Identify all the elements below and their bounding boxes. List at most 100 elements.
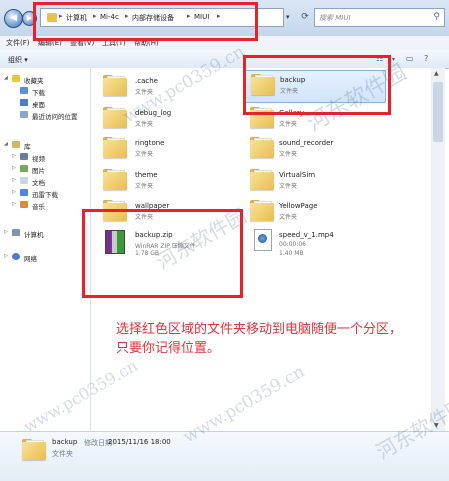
folder-icon bbox=[250, 169, 274, 190]
address-dropdown-icon[interactable]: ▾ bbox=[286, 8, 296, 27]
file-name: VirtualSim bbox=[279, 171, 316, 179]
menu-view[interactable]: 查看(V) bbox=[70, 38, 94, 48]
breadcrumb-separator-icon: ▸ bbox=[217, 12, 221, 20]
file-name: theme bbox=[135, 171, 158, 179]
nav-favorites-label: 收藏夹 bbox=[24, 77, 44, 85]
nav-recent[interactable]: 最近访问的位置 bbox=[0, 110, 90, 121]
nav-music[interactable]: ▷ 音乐 bbox=[0, 200, 90, 211]
folder-icon bbox=[250, 137, 274, 158]
thunder-icon bbox=[20, 189, 28, 196]
video-file-icon bbox=[254, 229, 272, 251]
breadcrumb-separator-icon: ▸ bbox=[93, 12, 97, 20]
refresh-icon[interactable]: ⟳ bbox=[298, 8, 312, 27]
instruction-line-2: 只要你记得位置。 bbox=[116, 341, 221, 356]
collapse-icon: ▷ bbox=[12, 165, 16, 171]
file-item-speed-mp4[interactable]: speed_v_1.mp4 00:00:06 1.40 MB bbox=[250, 226, 400, 258]
menu-file[interactable]: 文件(F) bbox=[6, 38, 30, 48]
nav-thunder-label: 迅雷下载 bbox=[32, 191, 58, 199]
video-icon bbox=[20, 153, 28, 160]
navigation-pane: ◢ 收藏夹 下载 桌面 最近访问的位置 ◢ 库 ▷ 视频 ▷ 图片 ▷ 文档 ▷… bbox=[0, 68, 91, 431]
file-item-yellowpage[interactable]: YellowPage 文件夹 bbox=[250, 197, 400, 229]
nav-pictures[interactable]: ▷ 图片 bbox=[0, 164, 90, 175]
file-type: 文件夹 bbox=[279, 151, 298, 158]
nav-videos[interactable]: ▷ 视频 bbox=[0, 152, 90, 163]
explorer-window: ◀ ▶ ▸ 计算机 ▸ Mi-4c ▸ 内部存储设备 ▸ MIUI ▸ ▾ ⟳ … bbox=[0, 0, 449, 481]
folder-icon bbox=[250, 107, 274, 128]
back-arrow-icon: ◀ bbox=[10, 13, 17, 23]
nav-desktop-label: 桌面 bbox=[32, 101, 45, 109]
nav-libraries[interactable]: ◢ 库 bbox=[0, 140, 90, 151]
nav-downloads-label: 下载 bbox=[32, 89, 45, 97]
file-name: backup.zip bbox=[135, 231, 173, 239]
library-icon bbox=[12, 141, 20, 148]
recent-places-icon bbox=[20, 111, 28, 118]
file-item-ringtone[interactable]: ringtone 文件夹 bbox=[103, 134, 253, 166]
file-name: YellowPage bbox=[279, 202, 318, 210]
file-name: wallpaper bbox=[135, 202, 170, 210]
file-item-sound-recorder[interactable]: sound_recorder 文件夹 bbox=[250, 134, 400, 166]
forward-arrow-icon: ▶ bbox=[26, 14, 33, 22]
search-icon: ⚲ bbox=[433, 12, 440, 22]
breadcrumb-device[interactable]: Mi-4c bbox=[100, 13, 119, 21]
nav-desktop[interactable]: 桌面 bbox=[0, 98, 90, 109]
organize-label: 组织 bbox=[8, 56, 22, 64]
menu-help[interactable]: 帮助(H) bbox=[134, 38, 159, 48]
nav-favorites[interactable]: ◢ 收藏夹 bbox=[0, 74, 90, 85]
star-icon bbox=[12, 75, 20, 82]
folder-icon bbox=[250, 200, 274, 221]
help-icon[interactable]: ? bbox=[424, 54, 428, 63]
expand-icon: ▷ bbox=[4, 229, 8, 235]
expand-icon: ◢ bbox=[4, 141, 8, 147]
breadcrumb-separator-icon: ▸ bbox=[125, 12, 129, 20]
preview-pane-icon[interactable]: ▭ bbox=[406, 54, 414, 63]
expand-icon: ◢ bbox=[4, 75, 8, 81]
breadcrumb-computer[interactable]: 计算机 bbox=[66, 13, 87, 23]
music-icon bbox=[20, 201, 28, 208]
file-name: .cache bbox=[135, 77, 158, 85]
nav-libraries-label: 库 bbox=[24, 143, 31, 151]
menu-tools[interactable]: 工具(T) bbox=[102, 38, 126, 48]
file-type: 文件夹 bbox=[135, 183, 154, 190]
file-duration: 00:00:06 bbox=[279, 241, 306, 248]
nav-computer[interactable]: ▷ 计算机 bbox=[0, 228, 90, 239]
back-button[interactable]: ◀ bbox=[4, 9, 23, 28]
file-size: 1.40 MB bbox=[279, 250, 304, 257]
winrar-zip-icon bbox=[105, 230, 125, 254]
nav-documents[interactable]: ▷ 文档 bbox=[0, 176, 90, 187]
file-name: sound_recorder bbox=[279, 139, 334, 147]
address-bar[interactable]: ▸ 计算机 ▸ Mi-4c ▸ 内部存储设备 ▸ MIUI ▸ bbox=[40, 8, 284, 27]
desktop-icon bbox=[20, 99, 28, 106]
search-input[interactable]: 搜索 MIUI ⚲ bbox=[314, 8, 445, 27]
file-type: 文件夹 bbox=[279, 183, 298, 190]
organize-button[interactable]: 组织 ▾ bbox=[8, 55, 28, 65]
menu-edit[interactable]: 编辑(E) bbox=[38, 38, 62, 48]
file-type: 文件夹 bbox=[135, 214, 154, 221]
instruction-line-1: 选择红色区域的文件夹移动到电脑随便一个分区， bbox=[116, 322, 403, 337]
nav-pictures-label: 图片 bbox=[32, 167, 45, 175]
nav-downloads[interactable]: 下载 bbox=[0, 86, 90, 97]
nav-thunder-downloads[interactable]: ▷ 迅雷下载 bbox=[0, 188, 90, 199]
scroll-up-icon[interactable]: ▲ bbox=[434, 70, 439, 77]
file-item-theme[interactable]: theme 文件夹 bbox=[103, 166, 253, 198]
scroll-thumb[interactable] bbox=[433, 82, 443, 142]
document-icon bbox=[20, 177, 28, 184]
forward-button[interactable]: ▶ bbox=[22, 11, 37, 26]
address-row: ◀ ▶ ▸ 计算机 ▸ Mi-4c ▸ 内部存储设备 ▸ MIUI ▸ ▾ ⟳ … bbox=[0, 0, 449, 36]
breadcrumb-miui[interactable]: MIUI bbox=[194, 13, 209, 21]
breadcrumb-storage[interactable]: 内部存储设备 bbox=[132, 13, 174, 23]
file-type: 文件夹 bbox=[279, 214, 298, 221]
collapse-icon: ▷ bbox=[12, 201, 16, 207]
details-type: 文件夹 bbox=[52, 450, 73, 458]
nav-network-label: 网络 bbox=[24, 255, 37, 263]
folder-icon bbox=[103, 75, 127, 96]
menu-bar: 文件(F) 编辑(E) 查看(V) 工具(T) 帮助(H) bbox=[0, 36, 449, 50]
file-item-virtualsim[interactable]: VirtualSim 文件夹 bbox=[250, 166, 400, 198]
nav-recent-label: 最近访问的位置 bbox=[32, 113, 78, 121]
vertical-scrollbar[interactable]: ▲ ▼ bbox=[431, 68, 445, 431]
nav-music-label: 音乐 bbox=[32, 203, 45, 211]
collapse-icon: ▷ bbox=[12, 189, 16, 195]
picture-icon bbox=[20, 165, 28, 172]
file-name: speed_v_1.mp4 bbox=[279, 231, 334, 239]
network-icon bbox=[12, 253, 20, 260]
nav-network[interactable]: ▷ 网络 bbox=[0, 252, 90, 263]
